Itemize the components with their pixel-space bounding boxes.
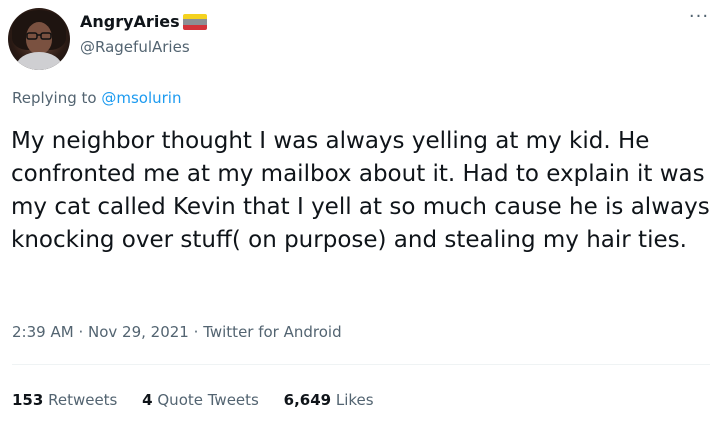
avatar-glasses-icon bbox=[26, 32, 52, 40]
tweet-meta: 2:39 AM · Nov 29, 2021 · Twitter for And… bbox=[12, 322, 342, 342]
author-handle[interactable]: @RagefulAries bbox=[80, 37, 190, 57]
tweet-source[interactable]: Twitter for Android bbox=[203, 323, 341, 341]
flag-stripe-bottom bbox=[183, 24, 207, 30]
retweets-label: Retweets bbox=[48, 391, 118, 409]
tweet-text: My neighbor thought I was always yelling… bbox=[11, 128, 710, 253]
more-options-icon[interactable]: ··· bbox=[686, 8, 712, 28]
retweets-stat[interactable]: 153 Retweets bbox=[12, 390, 117, 410]
replying-to-line: Replying to @msolurin bbox=[12, 88, 181, 108]
likes-label: Likes bbox=[335, 391, 374, 409]
meta-separator: · bbox=[78, 323, 84, 341]
meta-separator: · bbox=[193, 323, 199, 341]
quote-tweets-count: 4 bbox=[142, 391, 153, 409]
reply-mention-link[interactable]: @msolurin bbox=[101, 89, 181, 107]
divider bbox=[12, 364, 710, 365]
quote-tweets-stat[interactable]: 4 Quote Tweets bbox=[142, 390, 259, 410]
flag-icon bbox=[183, 14, 207, 30]
replying-to-label: Replying to bbox=[12, 89, 97, 107]
avatar[interactable] bbox=[8, 8, 70, 70]
tweet-date[interactable]: Nov 29, 2021 bbox=[88, 323, 189, 341]
likes-count: 6,649 bbox=[283, 391, 332, 409]
tweet-stats: 153 Retweets 4 Quote Tweets 6,649 Likes bbox=[12, 390, 394, 410]
author-display-name[interactable]: AngryAries bbox=[80, 12, 180, 32]
tweet-time[interactable]: 2:39 AM bbox=[12, 323, 74, 341]
avatar-shoulders bbox=[16, 52, 62, 70]
likes-stat[interactable]: 6,649 Likes bbox=[284, 390, 374, 410]
retweets-count: 153 bbox=[12, 391, 44, 409]
quote-tweets-label: Quote Tweets bbox=[157, 391, 259, 409]
tweet-card: AngryAries @RagefulAries ··· Replying to… bbox=[0, 0, 722, 421]
